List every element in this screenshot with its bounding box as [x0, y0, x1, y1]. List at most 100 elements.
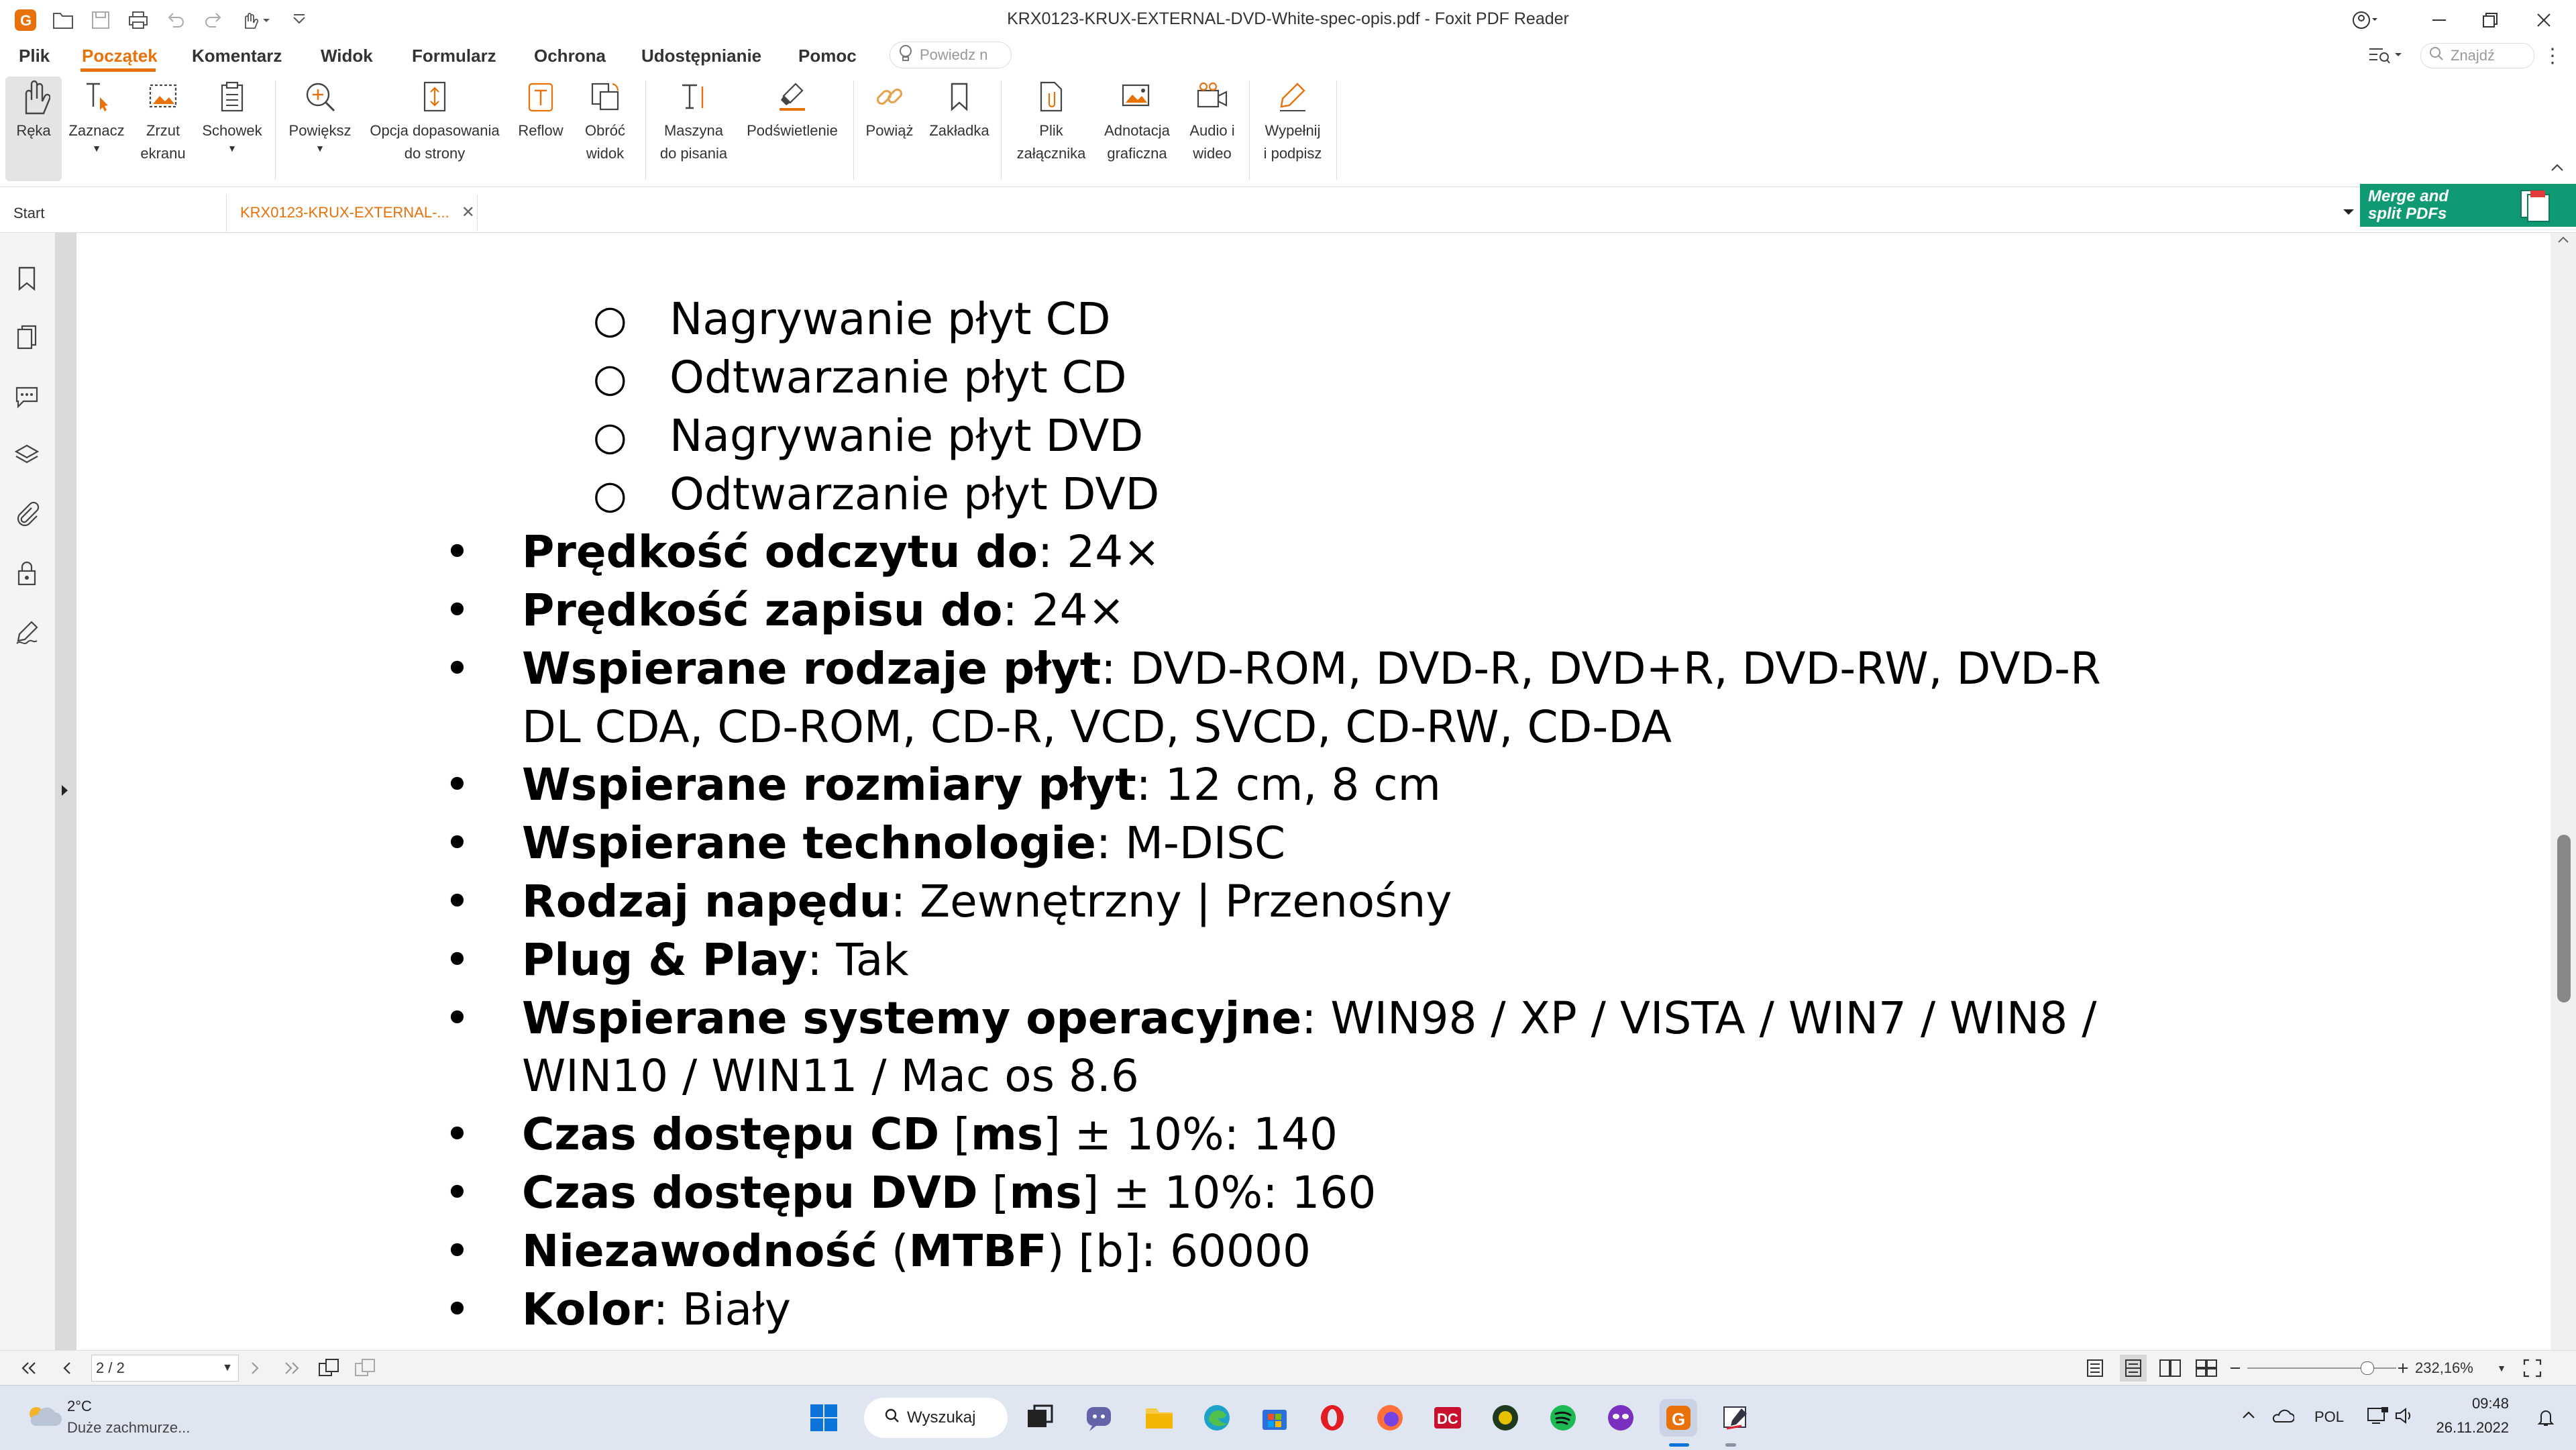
- rotate-view-button[interactable]: Obróć widok: [572, 76, 639, 181]
- comments-panel-icon[interactable]: [9, 379, 44, 414]
- security-panel-icon[interactable]: [9, 556, 44, 591]
- show-hidden-icons-icon[interactable]: [2241, 1408, 2259, 1427]
- file-attachment-button[interactable]: Plik załącznika: [1006, 76, 1096, 181]
- tab-udostepnianie[interactable]: Udostępnianie: [641, 46, 761, 66]
- teams-chat-icon[interactable]: [1080, 1399, 1118, 1437]
- zoom-in-small-icon[interactable]: [2396, 1351, 2410, 1386]
- hand-tool-button[interactable]: Ręka: [5, 76, 62, 181]
- zoom-slider[interactable]: [2247, 1361, 2396, 1375]
- scrollbar-thumb[interactable]: [2557, 835, 2571, 1002]
- facing-view-icon[interactable]: [2159, 1351, 2182, 1386]
- clock-time[interactable]: 09:48: [2436, 1395, 2509, 1412]
- pen-app-icon[interactable]: [1717, 1399, 1755, 1437]
- fill-sign-button[interactable]: Wypełnij i podpisz: [1254, 76, 1331, 181]
- zoom-level-select[interactable]: 232,16% ▼: [2415, 1351, 2506, 1386]
- opera-browser-icon[interactable]: [1313, 1399, 1351, 1437]
- single-page-view-icon[interactable]: [2085, 1351, 2105, 1386]
- tab-poczatek[interactable]: Początek: [82, 46, 158, 66]
- window-title: KRX0123-KRUX-EXTERNAL-DVD-White-spec-opi…: [1007, 9, 1569, 28]
- minimize-button[interactable]: [2415, 5, 2463, 35]
- search-icon: [2429, 46, 2444, 65]
- microsoft-store-icon[interactable]: [1256, 1399, 1293, 1437]
- merge-split-promo-banner[interactable]: Merge and split PDFs: [2360, 184, 2576, 227]
- snapshot-button[interactable]: Zrzut ekranu: [131, 76, 195, 181]
- page-number-input[interactable]: 2 / 2 ▼: [91, 1355, 239, 1382]
- find-input[interactable]: Znajdź: [2420, 43, 2534, 68]
- last-page-icon[interactable]: [282, 1351, 302, 1386]
- tab-komentarz[interactable]: Komentarz: [192, 46, 282, 66]
- fit-label-1: Opcja dopasowania: [370, 122, 500, 139]
- tab-start[interactable]: Start: [0, 195, 227, 232]
- page-copy-icon[interactable]: [354, 1351, 378, 1386]
- pages-panel-icon[interactable]: [9, 320, 44, 355]
- tab-pomoc[interactable]: Pomoc: [798, 46, 857, 66]
- start-windows-icon[interactable]: [805, 1399, 843, 1437]
- dc-app-icon[interactable]: DC: [1429, 1399, 1466, 1437]
- sidebar-splitter[interactable]: [55, 233, 76, 1350]
- highlight-button[interactable]: Podświetlenie: [738, 76, 847, 181]
- clock-date[interactable]: 26.11.2022: [2419, 1419, 2509, 1437]
- restore-button[interactable]: [2466, 5, 2514, 35]
- reflow-label: Reflow: [518, 122, 564, 139]
- image-annotation-button[interactable]: Adnotacja graficzna: [1097, 76, 1177, 181]
- close-tab-icon[interactable]: ✕: [462, 203, 475, 222]
- account-icon[interactable]: [2341, 5, 2390, 35]
- input-language[interactable]: POL: [2314, 1408, 2344, 1426]
- display-icon[interactable]: [2367, 1406, 2391, 1429]
- scroll-up-icon[interactable]: [2556, 233, 2571, 248]
- bookmarks-panel-icon[interactable]: [9, 261, 44, 296]
- foxit-reader-taskbar-icon[interactable]: G: [1660, 1399, 1697, 1437]
- first-page-icon[interactable]: [19, 1351, 39, 1386]
- edge-browser-icon[interactable]: [1198, 1399, 1236, 1437]
- bookmark-button[interactable]: Zakładka: [923, 76, 996, 181]
- zoom-slider-thumb[interactable]: [2361, 1361, 2374, 1375]
- collapse-ribbon-icon[interactable]: [2549, 161, 2568, 180]
- tell-me-input[interactable]: Powiedz n: [890, 42, 1012, 68]
- tab-ochrona[interactable]: Ochrona: [534, 46, 606, 66]
- link-button[interactable]: Powiąż: [859, 76, 920, 181]
- volume-icon[interactable]: [2394, 1406, 2418, 1429]
- signatures-panel-icon[interactable]: [9, 615, 44, 650]
- vertical-scrollbar[interactable]: [2551, 233, 2576, 1350]
- taskbar-search[interactable]: Wyszukaj: [864, 1398, 1008, 1438]
- zoom-out-icon[interactable]: [2229, 1351, 2242, 1386]
- active-tab-indicator: [80, 68, 156, 72]
- fit-page-button[interactable]: Opcja dopasowania do strony: [361, 76, 508, 181]
- reflow-button[interactable]: Reflow: [513, 76, 569, 181]
- attachments-panel-icon[interactable]: [9, 497, 44, 532]
- onedrive-cloud-icon[interactable]: [2270, 1407, 2295, 1427]
- firefox-browser-icon[interactable]: [1371, 1399, 1409, 1437]
- spec-text: [: [939, 1108, 971, 1160]
- previous-page-icon[interactable]: [60, 1351, 74, 1386]
- clipboard-button[interactable]: Schowek ▼: [199, 76, 266, 181]
- tab-formularz[interactable]: Formularz: [412, 46, 496, 66]
- vpn-mask-icon[interactable]: [1602, 1399, 1640, 1437]
- spec-label: Niezawodność: [522, 1225, 877, 1277]
- notifications-icon[interactable]: [2536, 1407, 2559, 1430]
- game-app-icon[interactable]: [1487, 1399, 1524, 1437]
- close-button[interactable]: [2520, 5, 2568, 35]
- more-options-icon[interactable]: ⋮: [2542, 44, 2563, 68]
- tab-plik[interactable]: Plik: [19, 46, 50, 66]
- weather-cloud-icon[interactable]: [23, 1399, 63, 1437]
- task-view-icon[interactable]: [1021, 1399, 1059, 1437]
- ribbon-separator: [275, 81, 276, 180]
- continuous-facing-view-icon[interactable]: [2195, 1351, 2218, 1386]
- tabs-dropdown-icon[interactable]: [2341, 204, 2357, 223]
- zoom-button[interactable]: Powiększ ▼: [282, 76, 358, 181]
- file-explorer-icon[interactable]: [1140, 1399, 1178, 1437]
- audio-video-button[interactable]: Audio i wideo: [1179, 76, 1245, 181]
- two-page-copy-icon[interactable]: [318, 1351, 342, 1386]
- continuous-view-icon[interactable]: [2120, 1355, 2147, 1382]
- search-options-icon[interactable]: [2368, 43, 2411, 67]
- next-page-icon[interactable]: [248, 1351, 262, 1386]
- layers-panel-icon[interactable]: [9, 438, 44, 473]
- tab-widok[interactable]: Widok: [321, 46, 373, 66]
- typewriter-button[interactable]: Maszyna do pisania: [652, 76, 735, 181]
- spotify-icon[interactable]: [1544, 1399, 1582, 1437]
- select-tool-button[interactable]: Zaznacz ▼: [66, 76, 127, 181]
- fullscreen-icon[interactable]: [2522, 1351, 2542, 1386]
- image-label-1: Adnotacja: [1104, 122, 1170, 139]
- tab-document[interactable]: KRX0123-KRUX-EXTERNAL-... ✕: [228, 195, 478, 232]
- expand-sidebar-icon[interactable]: [58, 780, 71, 800]
